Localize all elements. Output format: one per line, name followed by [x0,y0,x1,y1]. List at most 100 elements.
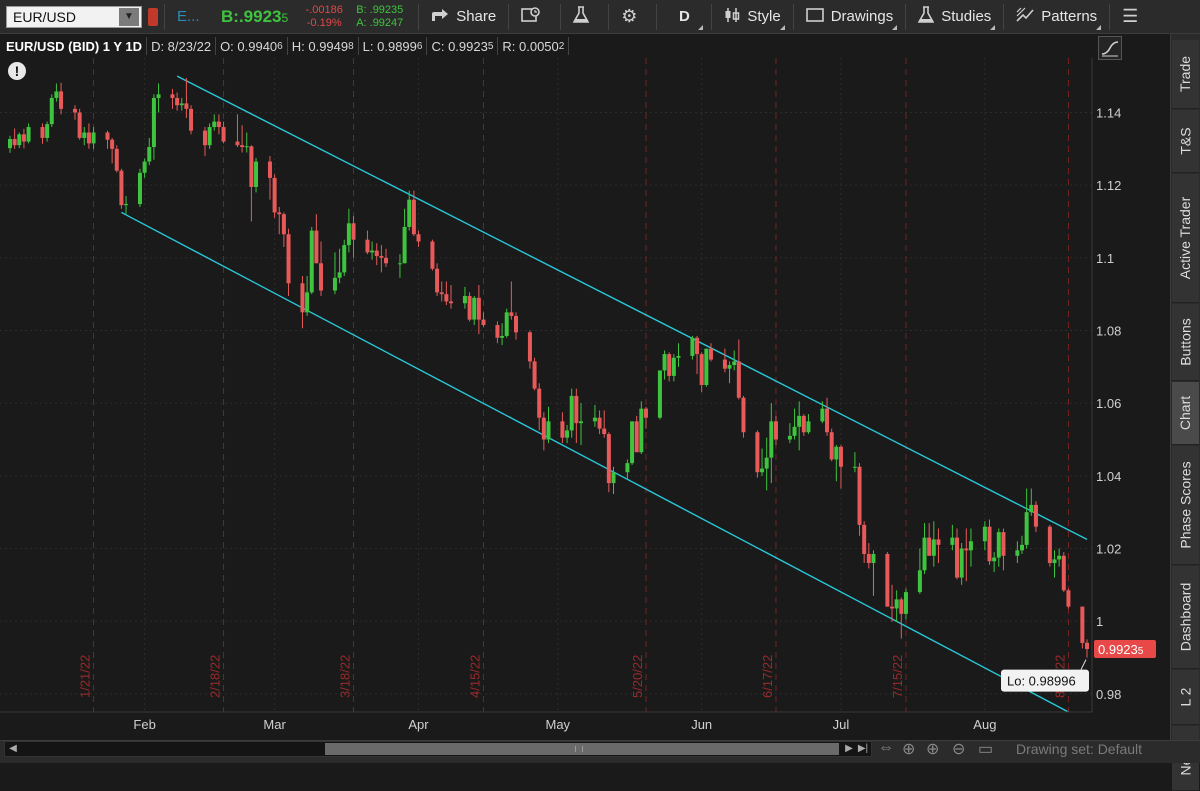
drawing-set-label[interactable]: Drawing set: Default [1016,741,1142,757]
separator [508,3,510,30]
candle-body [189,108,194,131]
candle-body [504,312,509,336]
candle-body [968,541,973,551]
candle-body [500,335,505,338]
symbol-selector[interactable]: EUR/USD ▼ [6,5,142,28]
alert-icon[interactable] [148,7,158,26]
zoom-out-icon[interactable]: ⊖ [952,739,965,759]
side-tab-buttons[interactable]: Buttons [1172,304,1199,381]
settings-button[interactable]: ⚙ [615,0,650,34]
separator [656,3,658,30]
candle-body [787,435,792,440]
candle-body [346,223,351,246]
percent-change: -0.19% [306,16,342,29]
candle-body [727,365,732,369]
candle-body [885,553,890,607]
horizontal-scrollbar[interactable]: ◀ ▶ ▶| [4,741,872,757]
candle-body [8,139,12,149]
candle-body [416,234,421,242]
x-tick-label: Mar [263,717,286,732]
candle-body [792,426,797,436]
separator [560,3,562,30]
time-axis[interactable]: Feb Mar Apr May Jun Jul Aug [133,717,996,732]
candle-body [202,130,207,146]
candle-body [820,408,825,422]
low-value: L: 0.9899 [362,38,417,54]
share-button[interactable]: Share [425,0,502,34]
candle-body [467,295,472,320]
candle-body [12,139,17,146]
candle-body [59,91,64,109]
price-chart[interactable]: 1/21/22 2/18/22 3/18/22 4/15/22 5/20/22 6/17/… [0,58,1170,764]
candle-body [254,161,259,187]
scroll-end-icon[interactable]: ▶| [857,743,869,755]
candle-body [541,417,546,440]
candle [1080,606,1085,649]
low-sub: 6 [416,40,423,52]
candle-body [286,234,291,284]
side-tab-t-s[interactable]: T&S [1172,110,1199,173]
candle-body [397,263,402,265]
snapshot-button[interactable] [515,0,554,34]
candle-body [890,606,895,609]
candle-body [797,415,802,427]
crosshair-icon[interactable]: ⊕ [902,739,915,759]
candle-body [1066,590,1071,607]
side-tab-dashboard[interactable]: Dashboard [1172,566,1199,669]
candle-body [342,245,347,273]
candle-body [1020,544,1025,551]
chevron-down-icon[interactable]: ▼ [119,7,139,26]
chart-style-toggle[interactable] [1098,36,1122,60]
side-tab-label: T&S [1177,127,1194,155]
corner-triangle-icon [1096,24,1102,30]
fit-icon[interactable]: ▭ [978,739,993,759]
scroll-thumb[interactable] [325,743,839,755]
candle-body [332,277,337,291]
candle-body [741,397,746,433]
scroll-right-icon[interactable]: ▶ [843,743,855,755]
candle-body [931,539,936,556]
close-sub: 5 [487,40,494,52]
period-button[interactable]: D [663,0,705,34]
range-value: R: 0.0050 [502,38,559,54]
side-tab-l-2[interactable]: L 2 [1172,670,1199,725]
corner-triangle-icon [779,24,785,30]
candle-body [151,97,156,148]
exchange-label[interactable]: E... [177,8,221,25]
candle [49,94,54,128]
candle-body [1085,642,1089,649]
style-button[interactable]: Style [718,0,786,34]
bid-ask-block: B: .99235 A: .99247 [356,4,412,30]
zoom-in-icon[interactable]: ⊕ [926,739,939,759]
price-axis[interactable]: 0.98 1 1.02 1.04 1.06 1.08 1.1 1.12 1.14 [1096,106,1121,702]
bid-quote: B: .99235 [356,3,404,16]
studies-button[interactable]: Studies [912,0,997,34]
candle [137,168,142,207]
candle [309,226,314,295]
side-tab-trade[interactable]: Trade [1172,40,1199,109]
candle-body [124,204,129,206]
x-tick-label: May [546,717,571,732]
expand-icon[interactable]: ⇔ [878,739,894,757]
close-value: C: 0.9923 [431,38,488,54]
candle-body [992,557,997,562]
candle [467,292,472,322]
candle-body [560,421,565,438]
scroll-left-icon[interactable]: ◀ [7,743,19,755]
candle-body [927,537,932,556]
candle-body [472,297,477,320]
side-tab-phase-scores[interactable]: Phase Scores [1172,446,1199,565]
side-tab-chart[interactable]: Chart [1172,382,1199,445]
drawings-button[interactable]: Drawings [800,0,900,34]
alert-badge[interactable]: ! [8,62,26,80]
candle-body [773,421,778,440]
candle-body [639,408,644,453]
side-tab-active-trader[interactable]: Active Trader [1172,174,1199,303]
patterns-button[interactable]: Patterns [1010,0,1103,34]
period-label: D [678,8,690,25]
candle-body [852,466,857,468]
candle [569,388,574,438]
event-label: 1/21/22 [78,655,93,698]
menu-button[interactable]: ☰ [1116,0,1151,34]
flask-button[interactable] [567,0,602,34]
